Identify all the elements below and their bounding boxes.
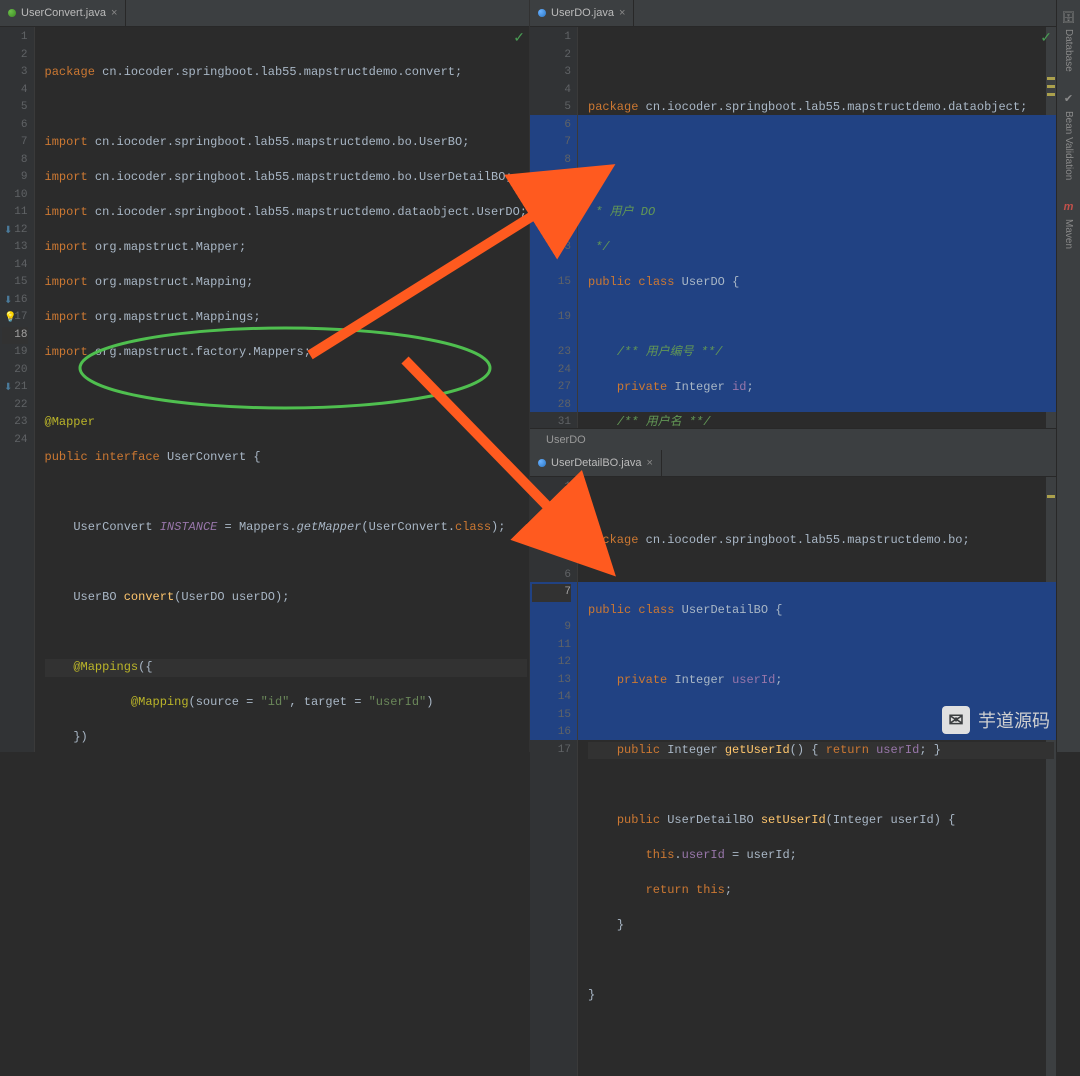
tab-label: UserDetailBO.java (551, 457, 641, 469)
inspection-ok-icon[interactable]: ✓ (1040, 31, 1052, 49)
sidebar-item-database[interactable]: 🗄 Database (1060, 0, 1078, 82)
database-icon: 🗄 (1062, 10, 1076, 24)
tab-userdo[interactable]: UserDO.java × (530, 0, 634, 26)
tab-label: UserConvert.java (21, 7, 106, 19)
wechat-icon: ✉ (942, 706, 970, 734)
bean-validation-icon: ✔ (1062, 92, 1076, 106)
gutter-userdetailbo[interactable]: 1 2 3 4 5 6 7 9 11 12 13 14 15 16 17 (530, 477, 578, 1076)
override-icon[interactable]: ⬇ (4, 380, 12, 398)
tab-bar-userdo: UserDO.java × (530, 0, 1056, 27)
override-icon[interactable]: ⬇ (4, 293, 12, 311)
java-class-icon (538, 9, 546, 17)
close-icon[interactable]: × (619, 7, 625, 19)
tab-bar-userdetailbo: UserDetailBO.java × (530, 450, 1056, 477)
editor-userdo[interactable]: 1 2 3 4 5 6 7 8 9 10 11 12 13 15 19 (530, 27, 1056, 428)
tab-label: UserDO.java (551, 7, 614, 19)
code-area-userdetailbo[interactable]: package cn.iocoder.springboot.lab55.maps… (578, 477, 1056, 1076)
override-icon[interactable]: ⬇ (4, 223, 12, 241)
watermark-text: 芋道源码 (978, 707, 1050, 733)
tab-userdetailbo[interactable]: UserDetailBO.java × (530, 450, 662, 476)
editor-userdetailbo[interactable]: 1 2 3 4 5 6 7 9 11 12 13 14 15 16 17 (530, 477, 1056, 1076)
editor-pane-userdo: UserDO.java × 1 2 3 4 5 6 7 8 9 10 11 (530, 0, 1056, 450)
inspection-ok-icon[interactable]: ✓ (513, 31, 525, 49)
bulb-icon[interactable]: 💡 (4, 310, 16, 328)
watermark: ✉ 芋道源码 (942, 706, 1050, 734)
close-icon[interactable]: × (111, 7, 117, 19)
right-tool-sidebar: 🗄 Database ✔ Bean Validation m Maven (1056, 0, 1080, 752)
close-icon[interactable]: × (646, 457, 652, 469)
editor-pane-userdetailbo: UserDetailBO.java × 1 2 3 4 5 6 7 9 11 (530, 450, 1056, 1076)
gutter-userdo[interactable]: 1 2 3 4 5 6 7 8 9 10 11 12 13 15 19 (530, 27, 578, 428)
code-area-userdo[interactable]: ✓ package cn.iocoder.springboot.lab55.ma… (578, 27, 1056, 428)
tab-userconvert[interactable]: UserConvert.java × (0, 0, 126, 26)
breadcrumb-item[interactable]: UserDO (546, 434, 586, 446)
sidebar-item-bean-validation[interactable]: ✔ Bean Validation (1060, 82, 1078, 190)
editor-left[interactable]: 1 2 3 4 5 6 7 8 9 10 11 12⬇ 13 14 15 16⬇… (0, 27, 529, 752)
left-editor-pane: UserConvert.java × 1 2 3 4 5 6 7 8 9 10 … (0, 0, 530, 752)
java-interface-icon (8, 9, 16, 17)
gutter-left[interactable]: 1 2 3 4 5 6 7 8 9 10 11 12⬇ 13 14 15 16⬇… (0, 27, 35, 752)
java-class-icon (538, 459, 546, 467)
code-area-left[interactable]: ✓ package cn.iocoder.springboot.lab55.ma… (35, 27, 530, 752)
maven-icon: m (1062, 200, 1076, 214)
breadcrumb-userdo[interactable]: UserDO (530, 428, 1056, 450)
right-editor-column: UserDO.java × 1 2 3 4 5 6 7 8 9 10 11 (530, 0, 1056, 752)
sidebar-item-maven[interactable]: m Maven (1060, 190, 1078, 259)
tab-bar-left: UserConvert.java × (0, 0, 529, 27)
